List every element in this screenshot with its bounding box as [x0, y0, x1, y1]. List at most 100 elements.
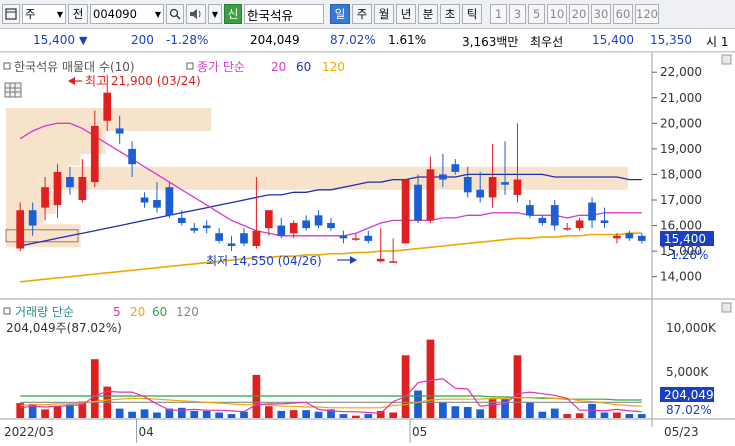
candle-body [588, 202, 596, 221]
volume-bar [41, 409, 49, 418]
volume-bar [115, 408, 124, 418]
volume-bar [401, 355, 410, 418]
volume-axis-label: 5,000K [666, 365, 709, 379]
stock-code-input[interactable]: 004090 ▼ [90, 4, 164, 24]
volume-bar [66, 404, 74, 418]
volume-bar [352, 415, 360, 418]
price-tick-label: 16,000 [660, 219, 702, 233]
toolbar: 주 ▼ 전 004090 ▼ ▼ 신 한국석유 일주월년분초틱 1 3 5 10 20 3… [0, 0, 735, 29]
period-tab[interactable]: 월 [374, 4, 394, 24]
period-tab[interactable]: 년 [396, 4, 416, 24]
minute-tab[interactable]: 30 [591, 4, 611, 24]
candle-body [53, 171, 62, 206]
volume-bar [426, 339, 435, 418]
candle-body [202, 225, 211, 229]
candle-body [78, 177, 87, 200]
speaker-icon[interactable] [186, 4, 206, 24]
volume-bar [451, 406, 460, 418]
volume-bar [128, 411, 136, 418]
chart-area: 최고 21,900 (03/24) 최저 14,550 (04/26) 한국석유… [0, 51, 735, 443]
candle-body [488, 177, 497, 198]
volume-bar [190, 410, 199, 418]
volume-axis-label: 10,000K [666, 321, 717, 335]
chart-type-select[interactable]: 주 ▼ [22, 4, 66, 24]
chevron-down-icon[interactable]: ▼ [208, 4, 222, 24]
candle-body [613, 235, 621, 239]
price-panel-name: 한국석유 매물대 수(10) [14, 60, 135, 74]
period-tab[interactable]: 주 [352, 4, 372, 24]
x-tick-label: 05/23 [664, 425, 699, 439]
best-bid: 15,350 [650, 33, 692, 47]
volume-bar [513, 355, 522, 418]
extra-label: 시 1 [706, 35, 729, 49]
current-volume-value: 204,049 [664, 388, 714, 402]
candle-body [501, 182, 509, 185]
period-tab[interactable]: 일 [330, 4, 350, 24]
quote-bar: 15,400 ▼ 200 -1.28% 204,049 87.02% 1.61%… [0, 29, 735, 52]
prev-button[interactable]: 전 [68, 4, 88, 24]
volume-bar [339, 414, 348, 418]
period-tab[interactable]: 초 [440, 4, 460, 24]
turnover-rate: 1.61% [388, 33, 427, 47]
minute-tab[interactable]: 20 [569, 4, 589, 24]
minute-tab[interactable]: 120 [635, 4, 659, 24]
candle-body [637, 235, 646, 241]
candle-body [190, 228, 199, 231]
candle-body [41, 187, 49, 208]
candle-body [451, 164, 460, 172]
table-icon[interactable] [4, 82, 22, 98]
candle-body [16, 210, 25, 249]
volume-bar [177, 407, 186, 418]
candle-body [227, 243, 236, 246]
volume-bar [302, 410, 310, 418]
candle-body [264, 210, 273, 229]
price-tick-label: 21,000 [660, 91, 702, 105]
candle-body [426, 169, 435, 221]
volume-bar [526, 402, 534, 418]
minute-tab[interactable]: 10 [547, 4, 567, 24]
minute-tab[interactable]: 1 [490, 4, 507, 24]
minute-tab[interactable]: 5 [528, 4, 545, 24]
price-tick-label: 17,000 [660, 193, 702, 207]
low-label: 최저 14,550 (04/26) [206, 254, 322, 268]
volume-ratio: 87.02% [330, 33, 376, 47]
panel-resize-handle[interactable] [721, 54, 732, 65]
volume-profile-bar [6, 166, 628, 190]
candle-body [550, 205, 559, 226]
minute-tab[interactable]: 60 [613, 4, 633, 24]
candle-body [439, 174, 447, 180]
candle-body [165, 187, 174, 216]
volume-bar [90, 359, 99, 418]
volume-bar [637, 414, 646, 418]
minute-tab[interactable]: 3 [509, 4, 526, 24]
volume-bar [538, 411, 547, 418]
minute-tabs: 1 3 5 10 20 30 60 120 [488, 4, 659, 24]
candle-body [339, 235, 348, 239]
vol-ma20-label: 20 [130, 305, 145, 319]
candle-body [215, 233, 223, 241]
candle-body [513, 179, 522, 195]
candle-body [575, 220, 584, 229]
panel-resize-handle[interactable] [721, 302, 732, 313]
volume-bar [264, 406, 273, 418]
volume-bar [613, 412, 621, 418]
volume-bar [414, 390, 422, 418]
stock-name-field[interactable]: 한국석유 [244, 4, 324, 24]
candle-body [563, 228, 572, 230]
volume-bar [227, 414, 236, 418]
window-icon[interactable] [2, 4, 20, 24]
period-tab[interactable]: 분 [418, 4, 438, 24]
x-tick-label: 2022/03 [4, 425, 54, 439]
volume-bar [625, 414, 634, 418]
search-icon[interactable] [166, 4, 184, 24]
stock-code-value: 004090 [93, 7, 137, 21]
ma60-label: 60 [296, 60, 311, 74]
candle-body [240, 233, 248, 244]
chart-svg[interactable]: 최고 21,900 (03/24) 최저 14,550 (04/26) 한국석유… [0, 51, 735, 443]
price-tick-label: 14,000 [660, 270, 702, 284]
period-tab[interactable]: 틱 [462, 4, 482, 24]
volume-value-label: 204,049주(87.02%) [6, 321, 122, 335]
candle-body [625, 233, 634, 239]
candle-body [476, 189, 485, 198]
candle-body [327, 223, 335, 229]
